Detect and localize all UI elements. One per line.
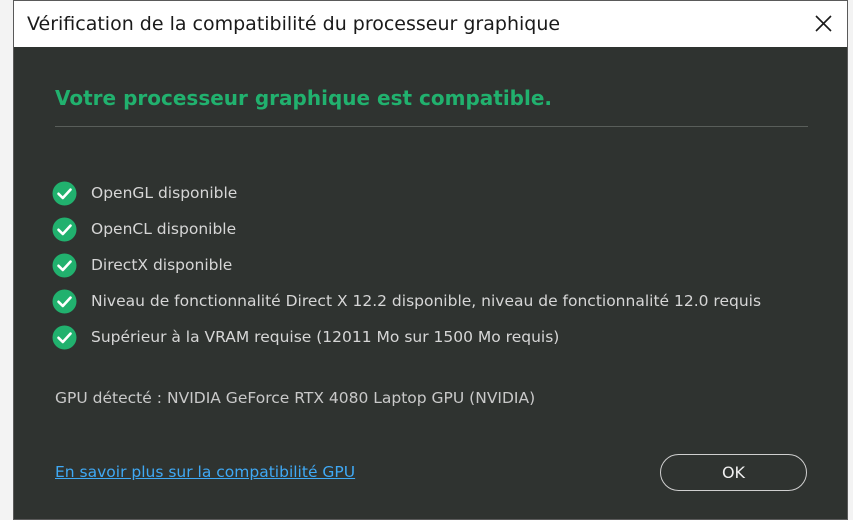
check-item-opengl: OpenGL disponible <box>52 175 761 211</box>
check-label: OpenCL disponible <box>91 220 237 238</box>
title-bar: Vérification de la compatibilité du proc… <box>14 1 847 47</box>
close-icon <box>815 15 832 32</box>
detected-gpu-label: GPU détecté <box>55 389 152 407</box>
detected-gpu: GPU détecté: NVIDIA GeForce RTX 4080 Lapt… <box>55 389 535 407</box>
check-item-opencl: OpenCL disponible <box>52 211 761 247</box>
compatibility-headline: Votre processeur graphique est compatibl… <box>55 86 553 110</box>
check-item-directx: DirectX disponible <box>52 247 761 283</box>
detected-gpu-separator: : <box>156 389 162 407</box>
check-circle-icon <box>52 289 77 313</box>
check-label: DirectX disponible <box>91 256 233 274</box>
check-label: OpenGL disponible <box>91 184 238 202</box>
gpu-compatibility-dialog: Vérification de la compatibilité du proc… <box>13 0 848 520</box>
check-label: Niveau de fonctionnalité Direct X 12.2 d… <box>91 292 762 310</box>
check-circle-icon <box>52 181 77 205</box>
check-circle-icon <box>52 325 77 349</box>
gpu-compatibility-link[interactable]: En savoir plus sur la compatibilité GPU <box>55 463 355 481</box>
close-button[interactable] <box>801 1 847 47</box>
detected-gpu-value: NVIDIA GeForce RTX 4080 Laptop GPU (NVID… <box>167 389 536 407</box>
check-item-feature-level: Niveau de fonctionnalité Direct X 12.2 d… <box>52 283 761 319</box>
check-circle-icon <box>52 253 77 277</box>
check-label: Supérieur à la VRAM requise (12011 Mo su… <box>91 328 560 346</box>
check-circle-icon <box>52 217 77 241</box>
window-title: Vérification de la compatibilité du proc… <box>27 13 561 35</box>
divider <box>55 126 808 127</box>
check-item-vram: Supérieur à la VRAM requise (12011 Mo su… <box>52 319 761 355</box>
ok-button[interactable]: OK <box>660 454 807 491</box>
check-list: OpenGL disponible OpenCL disponible Dire… <box>52 175 761 355</box>
